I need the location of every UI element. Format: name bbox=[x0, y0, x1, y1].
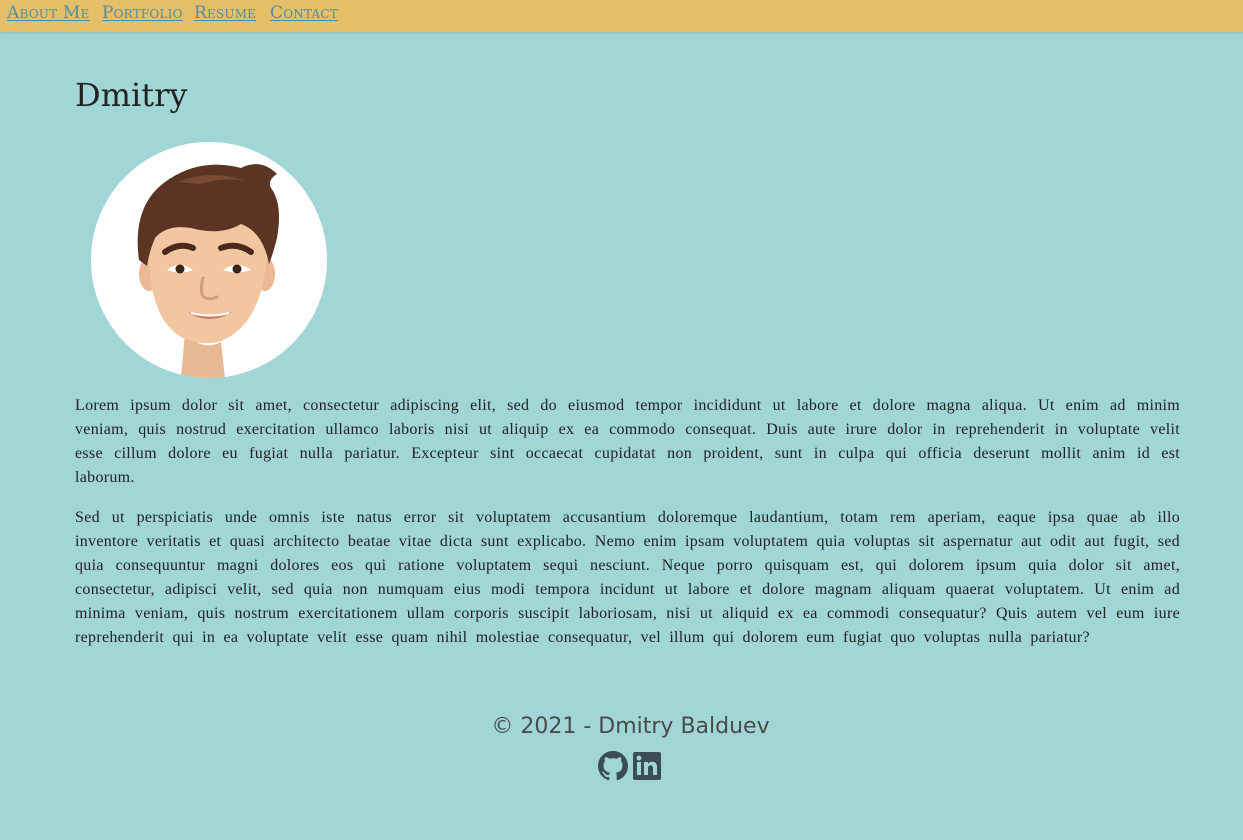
nav-link-portfolio[interactable]: Portfolio bbox=[102, 3, 183, 23]
nav-link-resume[interactable]: Resume bbox=[194, 3, 256, 23]
intro-paragraph-1: Lorem ipsum dolor sit amet, consectetur … bbox=[75, 397, 1180, 486]
page-title: Dmitry bbox=[75, 76, 188, 114]
memoji-avatar-icon bbox=[91, 142, 327, 378]
github-icon[interactable] bbox=[597, 750, 629, 782]
linkedin-icon[interactable] bbox=[631, 750, 663, 782]
nav-link-about-me[interactable]: About Me bbox=[7, 3, 89, 23]
intro-paragraph-2: Sed ut perspiciatis unde omnis iste natu… bbox=[75, 509, 1180, 646]
top-navbar: About Me Portfolio Resume Contact bbox=[0, 0, 1243, 32]
social-links bbox=[597, 750, 663, 783]
nav-link-contact[interactable]: Contact bbox=[270, 3, 338, 23]
profile-avatar bbox=[91, 142, 327, 378]
footer-copyright: © 2021 - Dmitry Balduev bbox=[491, 714, 770, 739]
